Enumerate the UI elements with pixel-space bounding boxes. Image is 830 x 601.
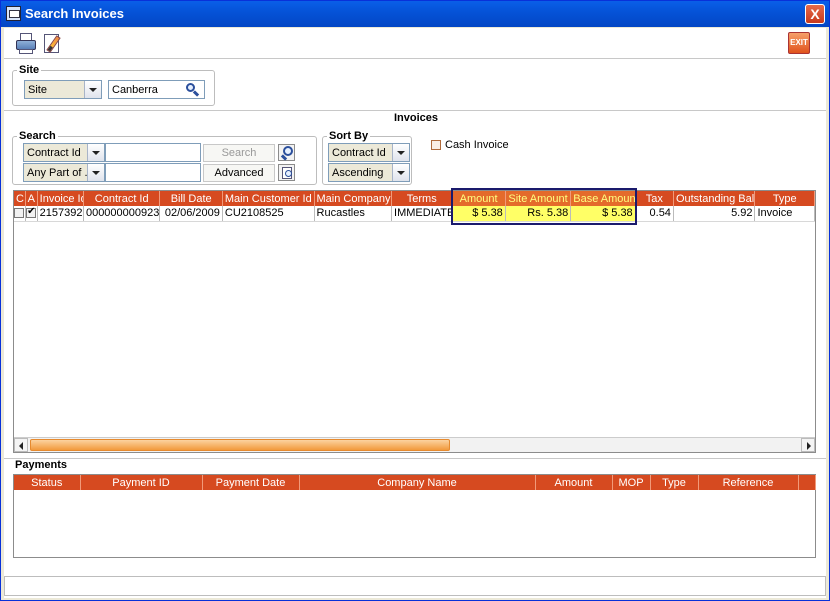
invoices-header-row: C A Invoice Id Contract Id Bill Date Mai… bbox=[14, 191, 815, 206]
row-a-checkbox[interactable] bbox=[26, 206, 37, 219]
col-header-contract-id[interactable]: Contract Id bbox=[83, 191, 161, 206]
find-icon bbox=[283, 146, 293, 156]
invoices-section-title: Invoices bbox=[394, 112, 439, 124]
sort-field-value: Contract Id bbox=[332, 147, 386, 159]
toolbar-divider bbox=[4, 58, 826, 59]
close-button[interactable]: X bbox=[805, 4, 825, 24]
col-header-c[interactable]: C bbox=[14, 191, 26, 206]
search-match-selector[interactable]: Any Part of ... bbox=[23, 163, 105, 182]
col-header-type[interactable]: Type bbox=[754, 191, 815, 206]
cell-tax: 0.54 bbox=[635, 206, 674, 222]
chevron-down-icon[interactable] bbox=[87, 164, 104, 181]
window-title: Search Invoices bbox=[25, 6, 124, 21]
cash-invoice-label: Cash Invoice bbox=[445, 139, 509, 151]
pay-col-status[interactable]: Status bbox=[14, 475, 81, 490]
cell-main-customer-id: CU2108525 bbox=[222, 206, 315, 222]
print-button[interactable] bbox=[13, 31, 37, 55]
horizontal-scrollbar[interactable] bbox=[14, 437, 815, 452]
site-search-icon[interactable] bbox=[186, 83, 200, 97]
search-invoices-window: Search Invoices X EXIT Site Site Canberr… bbox=[0, 0, 830, 601]
payments-section-title: Payments bbox=[15, 459, 67, 471]
col-header-tax[interactable]: Tax bbox=[635, 191, 674, 206]
pay-col-filler bbox=[798, 475, 816, 490]
exit-button[interactable]: EXIT bbox=[788, 32, 810, 54]
site-divider bbox=[4, 110, 826, 111]
site-field[interactable]: Canberra bbox=[108, 80, 205, 99]
site-field-value: Canberra bbox=[112, 84, 158, 96]
row-c-checkbox[interactable] bbox=[14, 208, 25, 219]
search-button[interactable]: Search bbox=[203, 144, 275, 162]
search-field-value: Contract Id bbox=[27, 147, 81, 159]
search-input[interactable] bbox=[105, 143, 201, 162]
cell-invoice-id: 2157392 bbox=[37, 206, 84, 222]
printer-icon-tray bbox=[19, 49, 33, 54]
table-row[interactable]: 2157392 000000000923 02/06/2009 CU210852… bbox=[14, 206, 815, 222]
chevron-down-icon[interactable] bbox=[84, 81, 101, 98]
cell-bill-date: 02/06/2009 bbox=[159, 206, 223, 222]
cell-terms: IMMEDIATE bbox=[391, 206, 453, 222]
search-field-selector[interactable]: Contract Id bbox=[23, 143, 105, 162]
toolbar: EXIT bbox=[4, 28, 826, 58]
pay-col-reference[interactable]: Reference bbox=[698, 475, 799, 490]
col-header-a[interactable]: A bbox=[25, 191, 38, 206]
cell-contract-id: 000000000923 bbox=[83, 206, 161, 222]
edit-button[interactable] bbox=[40, 31, 64, 55]
chevron-down-icon[interactable] bbox=[392, 164, 409, 181]
payments-header-row: Status Payment ID Payment Date Company N… bbox=[14, 475, 816, 490]
scroll-thumb[interactable] bbox=[30, 439, 450, 451]
site-selector[interactable]: Site bbox=[24, 80, 102, 99]
scroll-left-icon[interactable] bbox=[14, 438, 28, 452]
sort-field-selector[interactable]: Contract Id bbox=[328, 143, 410, 162]
chevron-down-icon[interactable] bbox=[87, 144, 104, 161]
cell-main-company: Rucastles bbox=[314, 206, 393, 222]
sort-order-selector[interactable]: Ascending bbox=[328, 163, 410, 182]
title-bar[interactable]: Search Invoices X bbox=[1, 1, 829, 27]
payments-table: Status Payment ID Payment Date Company N… bbox=[14, 475, 816, 490]
col-header-terms[interactable]: Terms bbox=[391, 191, 453, 206]
find-button[interactable] bbox=[278, 144, 295, 161]
status-bar bbox=[4, 576, 826, 596]
invoices-table: C A Invoice Id Contract Id Bill Date Mai… bbox=[14, 191, 815, 222]
cell-type: Invoice bbox=[754, 206, 815, 222]
col-header-invoice-id[interactable]: Invoice Id bbox=[37, 191, 84, 206]
row-a-cell[interactable] bbox=[25, 206, 38, 222]
site-legend: Site bbox=[19, 64, 40, 76]
window-content: EXIT Site Site Canberra Invoices Search … bbox=[4, 28, 826, 598]
app-icon bbox=[6, 6, 21, 21]
search-legend: Search bbox=[19, 130, 56, 142]
pay-col-mop[interactable]: MOP bbox=[612, 475, 651, 490]
payments-divider bbox=[4, 458, 826, 459]
advanced-button[interactable]: Advanced bbox=[203, 164, 275, 182]
amount-columns-highlight bbox=[451, 188, 637, 225]
row-c-cell[interactable] bbox=[14, 206, 26, 222]
cash-invoice-checkbox[interactable] bbox=[431, 140, 441, 150]
pay-col-company-name[interactable]: Company Name bbox=[299, 475, 536, 490]
pay-col-payment-id[interactable]: Payment ID bbox=[80, 475, 203, 490]
invoices-grid[interactable] bbox=[13, 190, 816, 453]
search-match-value: Any Part of ... bbox=[27, 167, 87, 179]
site-selector-value: Site bbox=[28, 84, 47, 96]
col-header-bill-date[interactable]: Bill Date bbox=[159, 191, 223, 206]
advanced-search-icon-button[interactable] bbox=[278, 164, 295, 181]
col-header-main-customer-id[interactable]: Main Customer Id bbox=[222, 191, 315, 206]
pay-col-payment-date[interactable]: Payment Date bbox=[202, 475, 300, 490]
sort-order-value: Ascending bbox=[332, 167, 384, 179]
cell-outstanding-bal: 5.92 bbox=[673, 206, 756, 222]
search-input-2[interactable] bbox=[105, 163, 201, 182]
col-header-outstanding-bal[interactable]: Outstanding Bal. bbox=[673, 191, 756, 206]
col-header-main-company[interactable]: Main Company bbox=[314, 191, 393, 206]
sort-legend: Sort By bbox=[329, 130, 369, 142]
advanced-search-mag bbox=[285, 170, 292, 177]
pay-col-amount[interactable]: Amount bbox=[535, 475, 613, 490]
scroll-right-icon[interactable] bbox=[801, 438, 815, 452]
chevron-down-icon[interactable] bbox=[392, 144, 409, 161]
pay-col-type[interactable]: Type bbox=[650, 475, 699, 490]
